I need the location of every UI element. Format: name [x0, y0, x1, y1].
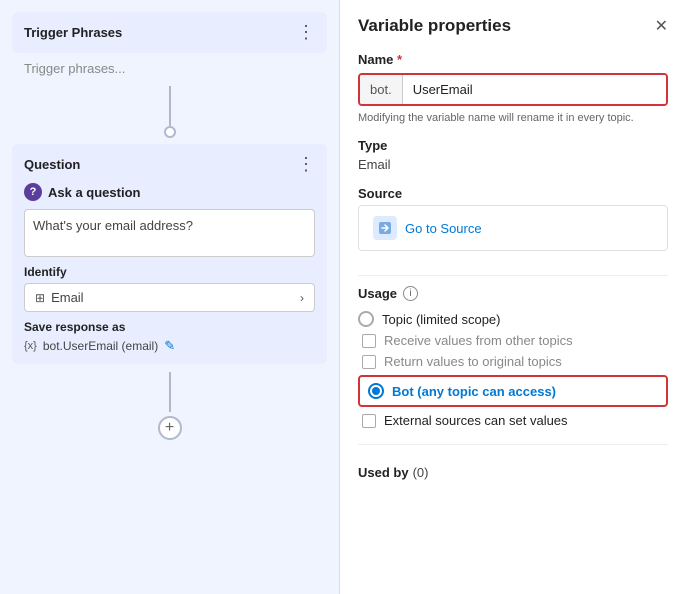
close-icon[interactable]: ✕ — [655, 16, 668, 36]
save-response-text: bot.UserEmail (email) — [43, 339, 158, 353]
go-to-source-button[interactable]: Go to Source — [358, 205, 668, 251]
source-label: Source — [358, 186, 668, 201]
ask-question-row: ? Ask a question — [24, 183, 315, 201]
used-by-count: (0) — [413, 465, 429, 480]
trigger-phrases-menu-icon[interactable]: ⋮ — [297, 22, 315, 43]
external-sources-row: External sources can set values — [358, 413, 668, 428]
plus-button[interactable]: + — [158, 416, 182, 440]
panel-header: Variable properties ✕ — [358, 16, 668, 36]
return-values-checkbox[interactable] — [362, 355, 376, 369]
variable-tag: {x} — [24, 340, 37, 352]
info-icon[interactable]: i — [403, 286, 418, 301]
name-label: Name * — [358, 52, 668, 67]
ask-icon: ? — [24, 183, 42, 201]
ask-icon-label: ? — [30, 186, 37, 198]
connector-bottom: + — [0, 364, 339, 448]
receive-values-label: Receive values from other topics — [384, 333, 573, 348]
identify-label: Identify — [24, 265, 315, 279]
node-circle — [164, 126, 176, 138]
used-by-row: Used by (0) — [358, 465, 668, 480]
type-label: Type — [358, 138, 668, 153]
bot-radio-button[interactable] — [368, 383, 384, 399]
question-card-title: Question — [24, 157, 80, 172]
variable-name-input[interactable] — [403, 75, 666, 104]
email-dropdown-left: ⊞ Email — [35, 290, 84, 305]
line-top — [169, 86, 171, 126]
divider — [358, 275, 668, 276]
email-dropdown[interactable]: ⊞ Email › — [24, 283, 315, 312]
left-panel: Trigger Phrases ⋮ Trigger phrases... Que… — [0, 0, 340, 594]
ask-label: Ask a question — [48, 185, 140, 200]
topic-radio-button[interactable] — [358, 311, 374, 327]
question-card: Question ⋮ ? Ask a question What's your … — [12, 144, 327, 364]
topic-radio-label: Topic (limited scope) — [382, 312, 501, 327]
external-sources-label: External sources can set values — [384, 413, 568, 428]
save-response-label: Save response as — [24, 320, 315, 334]
used-by-label: Used by — [358, 465, 409, 480]
bot-radio-label: Bot (any topic can access) — [392, 384, 556, 399]
bot-prefix: bot. — [360, 75, 403, 104]
source-section: Source Go to Source — [358, 186, 668, 251]
trigger-phrases-text: Trigger phrases... — [24, 61, 315, 76]
save-response-value: {x} bot.UserEmail (email) ✎ — [24, 338, 315, 354]
usage-title: Usage — [358, 286, 397, 301]
panel-title: Variable properties — [358, 16, 511, 36]
usage-header: Usage i — [358, 286, 668, 301]
return-values-label: Return values to original topics — [384, 354, 562, 369]
edit-icon[interactable]: ✎ — [164, 338, 175, 354]
hint-text: Modifying the variable name will rename … — [358, 112, 668, 124]
name-input-row[interactable]: bot. — [358, 73, 668, 106]
go-to-source-text: Go to Source — [405, 221, 482, 236]
type-value: Email — [358, 157, 668, 172]
return-values-row: Return values to original topics — [358, 354, 668, 369]
question-card-header: Question ⋮ — [24, 154, 315, 175]
question-text: What's your email address? — [33, 218, 193, 233]
topic-radio-row[interactable]: Topic (limited scope) — [358, 311, 668, 327]
question-input-box[interactable]: What's your email address? — [24, 209, 315, 257]
right-panel: Variable properties ✕ Name * bot. Modify… — [340, 0, 686, 594]
required-star: * — [397, 52, 402, 67]
line-bottom — [169, 372, 171, 412]
bot-radio-row[interactable]: Bot (any topic can access) — [358, 375, 668, 407]
trigger-phrases-card: Trigger Phrases ⋮ — [12, 12, 327, 53]
external-sources-checkbox[interactable] — [362, 414, 376, 428]
grid-icon: ⊞ — [35, 291, 45, 305]
receive-values-checkbox[interactable] — [362, 334, 376, 348]
chevron-right-icon: › — [300, 291, 304, 305]
source-icon — [373, 216, 397, 240]
divider-2 — [358, 444, 668, 445]
trigger-phrases-title: Trigger Phrases — [24, 25, 122, 40]
email-label: Email — [51, 290, 84, 305]
receive-values-row: Receive values from other topics — [358, 333, 668, 348]
question-menu-icon[interactable]: ⋮ — [297, 154, 315, 175]
connector-top — [0, 76, 339, 138]
